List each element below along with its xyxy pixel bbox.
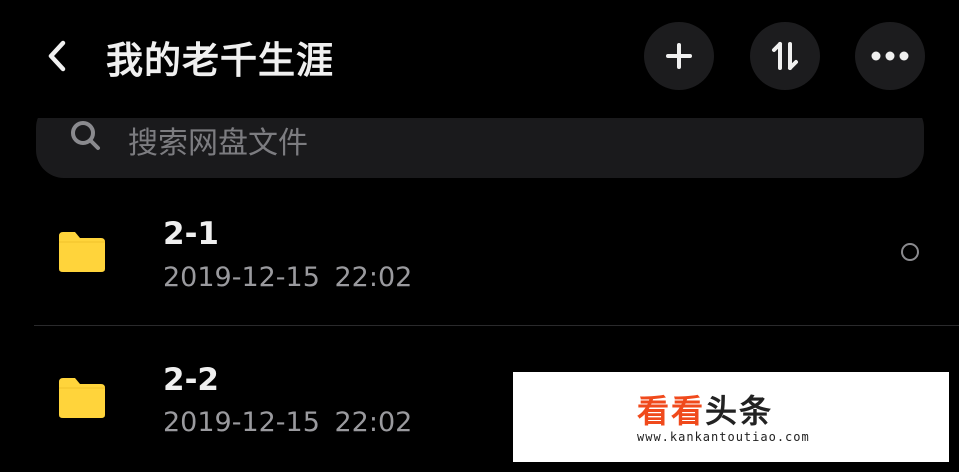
folder-icon — [56, 230, 108, 274]
sort-button[interactable] — [750, 22, 820, 90]
search-icon — [66, 116, 106, 156]
more-horizontal-icon — [871, 51, 909, 61]
more-button[interactable] — [855, 22, 925, 90]
chevron-left-icon — [48, 40, 66, 72]
watermark-brand-part1: 看看 — [637, 392, 706, 430]
file-name: 2-1 — [163, 216, 220, 252]
add-button[interactable] — [644, 22, 714, 90]
watermark-brand: 看看头条 — [637, 386, 773, 432]
top-bar: 我的老千生涯 — [0, 0, 959, 118]
sort-icon — [772, 42, 798, 70]
file-name: 2-2 — [163, 362, 220, 398]
divider — [34, 325, 959, 326]
folder-icon — [56, 376, 108, 420]
back-button[interactable] — [38, 36, 78, 76]
watermark: 看看头条 www.kankantoutiao.com — [513, 372, 949, 462]
plus-icon — [666, 43, 692, 69]
watermark-brand-part2: 头条 — [705, 392, 774, 430]
page-title: 我的老千生涯 — [106, 39, 334, 82]
select-radio[interactable] — [901, 243, 919, 261]
watermark-url: www.kankantoutiao.com — [637, 430, 810, 444]
file-date: 2019-12-15 22:02 — [163, 262, 413, 293]
search-placeholder: 搜索网盘文件 — [128, 126, 308, 161]
file-date: 2019-12-15 22:02 — [163, 407, 413, 438]
file-list-item[interactable]: 2-1 2019-12-15 22:02 — [0, 186, 959, 326]
